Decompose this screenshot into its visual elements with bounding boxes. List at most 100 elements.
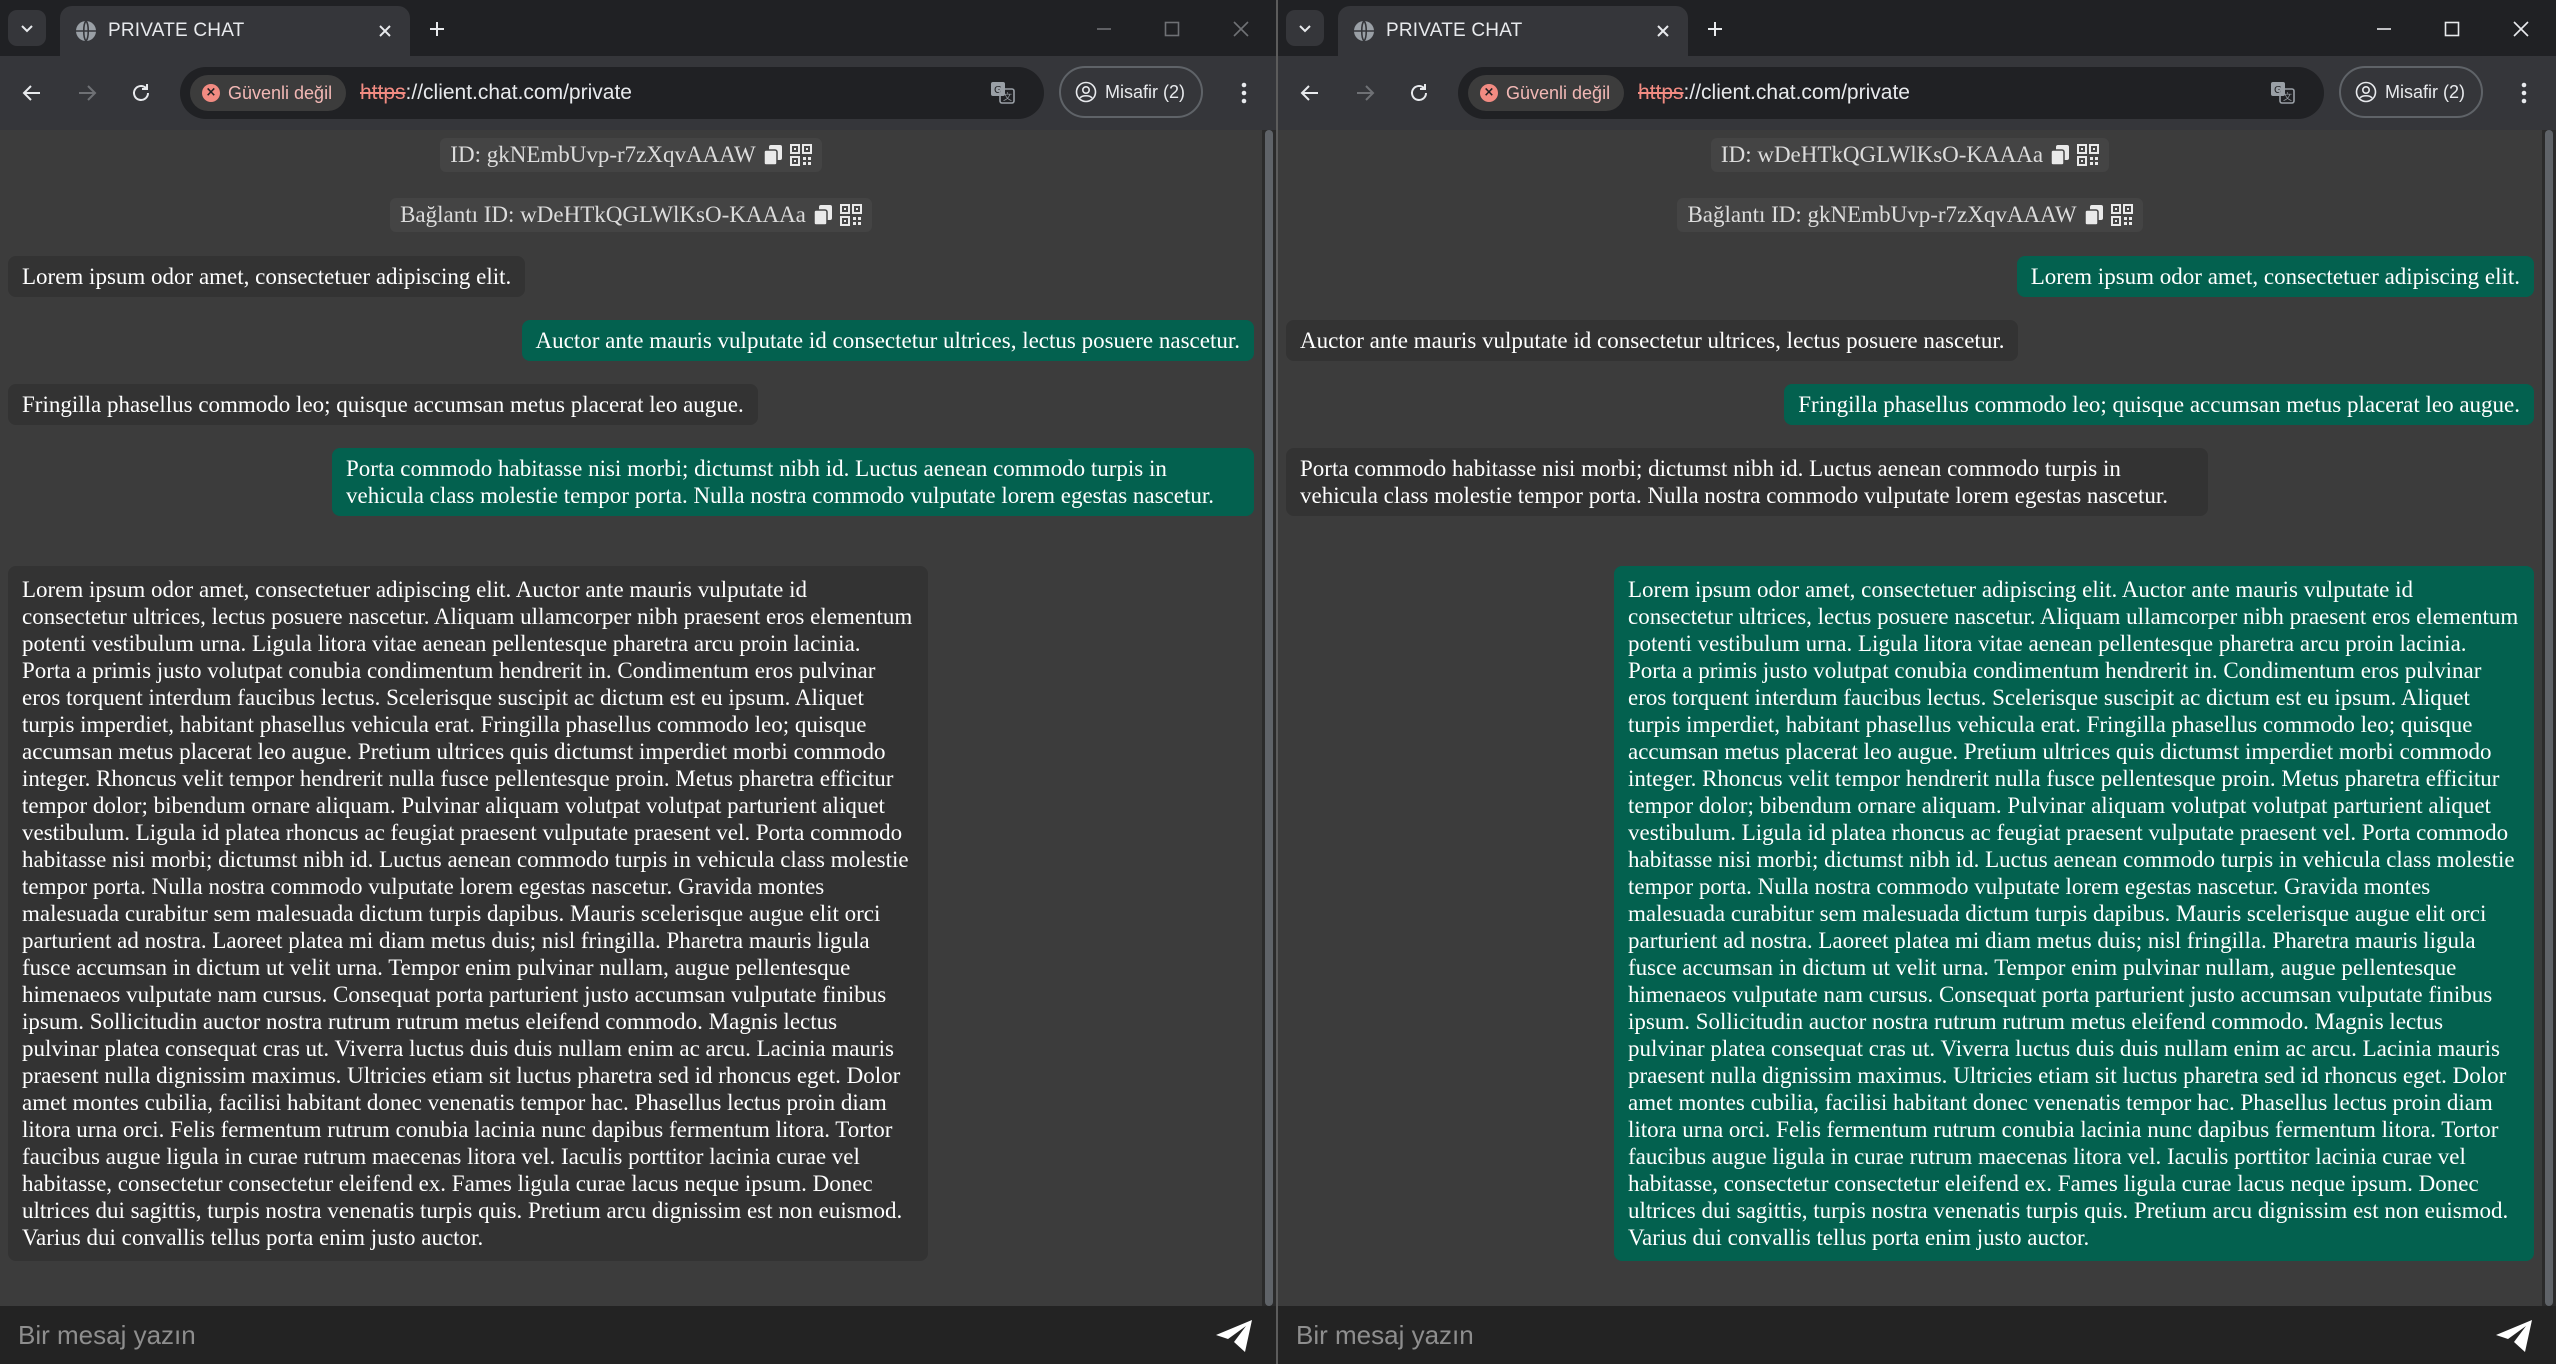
copy-icon xyxy=(762,145,782,166)
window-close-button[interactable] xyxy=(1226,14,1256,44)
browser-toolbar: × Güvenli değil https://client.chat.com/… xyxy=(1278,56,2556,130)
window-close-button[interactable] xyxy=(2506,14,2536,44)
security-chip-label: Güvenli değil xyxy=(228,82,333,103)
qr-id-button[interactable] xyxy=(2077,143,2100,167)
arrow-right-icon xyxy=(1357,85,1375,101)
forward-button[interactable] xyxy=(1348,76,1382,110)
copy-id-button[interactable] xyxy=(2049,143,2071,167)
browser-window-right: PRIVATE CHAT × Güvenli değil https://cli… xyxy=(1278,0,2556,1364)
browser-window-left: PRIVATE CHAT × Güvenli değil https://cli… xyxy=(0,0,1276,1364)
peer-id-row: Bağlantı ID: wDeHTkQGLWlKsO-KAAAa xyxy=(0,198,1262,232)
menu-button[interactable] xyxy=(1227,76,1261,110)
profile-button[interactable]: Misafir (2) xyxy=(2339,66,2483,118)
scrollbar[interactable] xyxy=(2542,130,2556,1306)
profile-icon xyxy=(2355,81,2377,103)
arrow-right-icon xyxy=(79,85,97,101)
url-path: ://client.chat.com/private xyxy=(1683,81,1910,104)
message-input[interactable] xyxy=(1278,1306,2428,1364)
message-sent: Fringilla phasellus commodo leo; quisque… xyxy=(1784,384,2534,425)
tab-private-chat[interactable]: PRIVATE CHAT xyxy=(1338,6,1688,56)
menu-button[interactable] xyxy=(2507,76,2541,110)
minimize-button[interactable] xyxy=(1089,14,1119,44)
tab-close-button[interactable] xyxy=(372,18,398,44)
message-received: Fringilla phasellus commodo leo; quisque… xyxy=(8,384,758,425)
qr-code-icon xyxy=(839,204,862,226)
tab-strip: PRIVATE CHAT xyxy=(1278,0,2556,56)
translate-icon: G文 xyxy=(991,82,1015,104)
tab-title: PRIVATE CHAT xyxy=(1386,20,1523,41)
warning-icon: × xyxy=(202,84,220,102)
send-button[interactable] xyxy=(2494,1316,2534,1356)
url-text[interactable]: https://client.chat.com/private xyxy=(360,81,632,105)
qr-peer-id-button[interactable] xyxy=(839,203,862,227)
tab-close-button[interactable] xyxy=(1650,18,1676,44)
minimize-icon xyxy=(2377,28,2391,30)
message-received: Lorem ipsum odor amet, consectetuer adip… xyxy=(8,256,526,297)
url-scheme: https xyxy=(1638,81,1684,104)
maximize-icon xyxy=(2444,21,2460,37)
tab-search-button[interactable] xyxy=(8,10,46,46)
globe-icon xyxy=(1354,20,1374,42)
tab-search-button[interactable] xyxy=(1286,10,1324,46)
tab-title: PRIVATE CHAT xyxy=(108,20,245,41)
qr-code-icon xyxy=(789,144,812,166)
address-bar[interactable]: × Güvenli değil https://client.chat.com/… xyxy=(180,67,1044,119)
copy-peer-id-button[interactable] xyxy=(2083,203,2105,227)
copy-peer-id-button[interactable] xyxy=(812,203,834,227)
message-received: Porta commodo habitasse nisi morbi; dict… xyxy=(1286,448,2208,516)
svg-text:文: 文 xyxy=(1003,91,1012,103)
close-icon xyxy=(379,25,391,37)
url-scheme: https xyxy=(360,81,406,104)
forward-button[interactable] xyxy=(70,76,104,110)
reload-button[interactable] xyxy=(124,76,158,110)
message-input[interactable] xyxy=(0,1306,1150,1364)
my-id-row: ID: wDeHTkQGLWlKsO-KAAAa xyxy=(1278,138,2542,172)
copy-icon xyxy=(2083,205,2103,226)
send-button[interactable] xyxy=(1214,1316,1254,1356)
profile-label: Misafir (2) xyxy=(1105,81,1185,102)
back-button[interactable] xyxy=(1293,76,1327,110)
peer-id-text: Bağlantı ID: wDeHTkQGLWlKsO-KAAAa xyxy=(400,202,806,227)
qr-peer-id-button[interactable] xyxy=(2110,203,2133,227)
peer-id-pill: Bağlantı ID: wDeHTkQGLWlKsO-KAAAa xyxy=(390,198,872,232)
profile-button[interactable]: Misafir (2) xyxy=(1059,66,1203,118)
qr-id-button[interactable] xyxy=(789,143,812,167)
scrollbar-thumb[interactable] xyxy=(1265,130,1273,1306)
message-received-long: Lorem ipsum odor amet, consectetuer adip… xyxy=(8,566,928,1261)
svg-text:文: 文 xyxy=(2283,91,2292,103)
my-id-pill: ID: wDeHTkQGLWlKsO-KAAAa xyxy=(1710,138,2110,172)
message-sent: Porta commodo habitasse nisi morbi; dict… xyxy=(332,448,1254,516)
security-chip[interactable]: × Güvenli değil xyxy=(1468,75,1625,111)
copy-id-button[interactable] xyxy=(762,143,784,167)
maximize-button[interactable] xyxy=(2437,14,2467,44)
security-chip[interactable]: × Güvenli değil xyxy=(190,75,347,111)
translate-button[interactable]: G文 xyxy=(988,79,1018,107)
message-sent-long: Lorem ipsum odor amet, consectetuer adip… xyxy=(1614,566,2534,1261)
scrollbar-thumb[interactable] xyxy=(2545,130,2553,1306)
reload-icon xyxy=(1411,84,1427,101)
minimize-icon xyxy=(1097,28,1111,30)
translate-button[interactable]: G文 xyxy=(2268,79,2298,107)
new-tab-button[interactable] xyxy=(1700,14,1730,44)
peer-id-text: Bağlantı ID: gkNEmbUvp-r7zXqvAAAW xyxy=(1687,202,2077,227)
back-button[interactable] xyxy=(15,76,49,110)
message-sent: Lorem ipsum odor amet, consectetuer adip… xyxy=(2016,256,2534,297)
url-text[interactable]: https://client.chat.com/private xyxy=(1638,81,1910,105)
my-id-text: ID: gkNEmbUvp-r7zXqvAAAW xyxy=(450,142,756,167)
tab-private-chat[interactable]: PRIVATE CHAT xyxy=(60,6,410,56)
new-tab-button[interactable] xyxy=(422,14,452,44)
plus-icon xyxy=(1708,22,1722,36)
plus-icon xyxy=(430,22,444,36)
maximize-icon xyxy=(1164,21,1180,37)
address-bar[interactable]: × Güvenli değil https://client.chat.com/… xyxy=(1458,67,2324,119)
close-icon xyxy=(2513,21,2529,37)
message-composer xyxy=(0,1306,1276,1364)
reload-button[interactable] xyxy=(1402,76,1436,110)
message-composer xyxy=(1278,1306,2556,1364)
maximize-button[interactable] xyxy=(1157,14,1187,44)
more-vert-icon xyxy=(2521,82,2527,104)
scrollbar[interactable] xyxy=(1262,130,1276,1306)
my-id-text: ID: wDeHTkQGLWlKsO-KAAAa xyxy=(1720,142,2044,167)
message-received: Auctor ante mauris vulputate id consecte… xyxy=(1286,320,2019,361)
minimize-button[interactable] xyxy=(2369,14,2399,44)
